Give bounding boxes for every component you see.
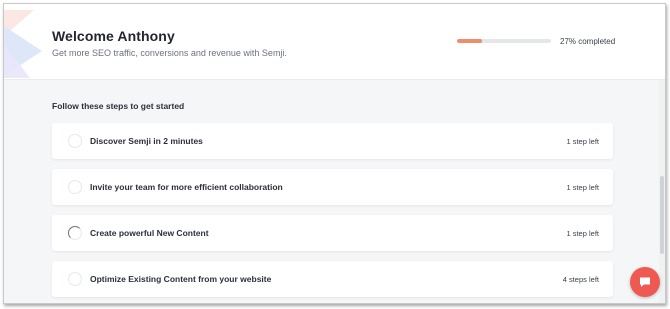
progress-bar-fill — [457, 39, 483, 43]
progress-bar — [457, 39, 551, 43]
step-remaining: 4 steps left — [562, 275, 599, 284]
onboarding-step-list: Discover Semji in 2 minutes 1 step left … — [52, 123, 613, 303]
step-remaining: 1 step left — [566, 229, 599, 238]
page-subtitle: Get more SEO traffic, conversions and re… — [52, 48, 287, 58]
step-remaining: 1 step left — [566, 183, 599, 192]
step-status-circle-icon — [68, 272, 82, 286]
welcome-header: Welcome Anthony Get more SEO traffic, co… — [4, 4, 665, 80]
step-label: Create powerful New Content — [90, 228, 209, 238]
step-progress-circle-icon — [68, 226, 82, 240]
step-label: Optimize Existing Content from your webs… — [90, 274, 272, 284]
scrollbar-thumb[interactable] — [660, 176, 664, 254]
vertical-scrollbar[interactable] — [659, 80, 665, 303]
section-title: Follow these steps to get started — [52, 101, 185, 111]
step-status-circle-icon — [68, 180, 82, 194]
step-remaining: 1 step left — [566, 137, 599, 146]
page-title: Welcome Anthony — [52, 28, 175, 44]
chat-button[interactable] — [630, 267, 660, 297]
step-label: Discover Semji in 2 minutes — [90, 136, 203, 146]
progress-label: 27% completed — [560, 37, 616, 46]
step-label: Invite your team for more efficient coll… — [90, 182, 283, 192]
step-status-circle-icon — [68, 134, 82, 148]
onboarding-step-discover[interactable]: Discover Semji in 2 minutes 1 step left — [52, 123, 613, 159]
decorative-triangle-lilac — [4, 44, 30, 78]
chat-bubble-icon — [640, 277, 650, 287]
onboarding-step-invite-team[interactable]: Invite your team for more efficient coll… — [52, 169, 613, 205]
app-window: Welcome Anthony Get more SEO traffic, co… — [3, 3, 666, 304]
onboarding-step-optimize-content[interactable]: Optimize Existing Content from your webs… — [52, 261, 613, 297]
onboarding-step-create-content[interactable]: Create powerful New Content 1 step left — [52, 215, 613, 251]
